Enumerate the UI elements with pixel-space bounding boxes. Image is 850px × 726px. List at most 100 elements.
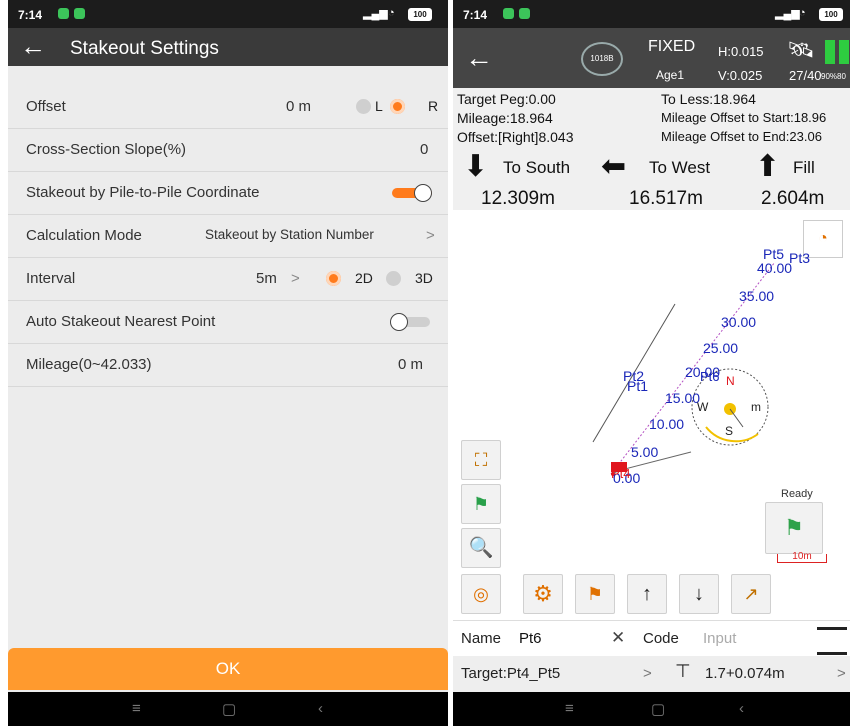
menu-nav-icon[interactable]: ≡ [565,700,574,717]
mode-3d-radio[interactable] [386,271,401,286]
station-label: 35.00 [739,288,775,304]
mileage-label: Mileage(0~42.033) [26,356,152,373]
mode-2d-radio[interactable] [326,271,341,286]
fix-status: FIXED [648,38,696,55]
h-precision: H:0.015 [718,44,764,59]
view-target-icon[interactable]: ◎ [461,574,501,614]
settings-gear-icon[interactable]: ⚙ [523,574,563,614]
v-precision: V:0.025 [718,68,763,83]
offset-input[interactable]: 0 m [286,98,311,115]
station-label: 40.00 [757,260,793,276]
chevron-right-icon: > [643,665,652,682]
survey-mode-icon[interactable]: ⚑ [765,502,823,554]
search-icon[interactable]: 🔍 [461,528,501,568]
home-nav-icon[interactable]: ▢ [651,700,665,718]
app-notification-icon [519,8,530,19]
offset-right-radio[interactable] [390,99,405,114]
menu-nav-icon[interactable]: ≡ [132,700,141,717]
toggle-knob [390,313,408,331]
name-label: Name [461,630,502,647]
compass-m: m [751,400,761,414]
pole-icon[interactable]: ⚑ [461,484,501,524]
stakeout-settings-screen: 7:14 ▂▄▆ ◔ 100 ← Stakeout Settings Offse… [8,0,448,726]
fill-label: Fill [793,158,815,177]
interval-value[interactable]: 5m [256,270,277,287]
status-bar: 7:14 ▂▄▆ ◔ 100 [453,0,850,28]
battery-level-icon [839,40,849,64]
status-time: 7:14 [463,8,488,22]
stakeout-map-screen: 7:14 ▂▄▆ ◔ 100 ← 1018B FIXED Age1 H:0.01… [453,0,850,726]
app-notification-icon [503,8,514,19]
antenna-height-icon: ⊤ [675,661,691,681]
back-nav-icon[interactable]: ‹ [318,700,323,717]
app-notification-icon [58,8,69,19]
south-label: To South [503,158,571,177]
target-bar[interactable]: Target:Pt4_Pt5 > ⊤ 1.7+0.074m > [453,656,850,692]
pile-label: Stakeout by Pile-to-Pile Coordinate [26,184,260,201]
pile-to-pile-toggle[interactable] [392,184,434,202]
map-label-pt3: Pt3 [789,250,811,266]
mileage-row: Mileage(0~42.033) 0 m [8,344,448,387]
mileage-input[interactable]: 0 m [398,356,423,373]
ok-button[interactable]: OK [8,648,448,690]
status-bar: 7:14 ▂▄▆ ◔ 100 [8,0,448,28]
page-title: Stakeout Settings [70,38,219,59]
map-label-pt6: Pt6 [700,369,720,384]
slope-label: Cross-Section Slope(%) [26,141,187,158]
arrow-up-icon[interactable]: ↑ [627,574,667,614]
stakeout-points-icon[interactable]: ⚑ [575,574,615,614]
offset-value: Offset:[Right]8.043 [457,129,574,145]
station-label: 5.00 [631,444,659,460]
fill-arrow-icon: ⬆ [755,150,781,183]
to-less: To Less:18.964 [661,91,756,107]
system-nav-bar: ≡ ▢ ‹ [453,692,850,726]
chevron-right-icon: > [291,270,300,287]
battery-icon: 100 [819,8,843,21]
cross-section-slope-row[interactable]: Cross-Section Slope(%) 0 [8,129,448,172]
arrow-down-icon[interactable]: ↓ [679,574,719,614]
status-time: 7:14 [18,8,43,22]
offset-to-start: Mileage Offset to Start:18.96 [661,110,827,125]
arrow-down-icon: ⬇ [463,150,489,183]
fill-value: 2.604m [761,188,825,209]
target-peg: Target Peg:0.00 [457,91,556,107]
back-arrow-icon[interactable]: ← [20,33,46,59]
stakeout-map[interactable]: ◔ Pt5 Pt3 40.00 35.00 30.00 25.00 Pt2 Pt… [453,212,850,620]
station-label: 25.00 [703,340,739,356]
station-label: 10.00 [649,416,685,432]
map-label-pt4: Pt4 [611,466,631,481]
home-nav-icon[interactable]: ▢ [222,700,236,718]
code-input[interactable]: Input [703,630,736,647]
compass-south: S [725,424,734,438]
measure-icon[interactable]: ↗ [731,574,771,614]
battery-level-icon [825,40,835,64]
toggle-knob [414,184,432,202]
app-notification-icon [74,8,85,19]
satellite-icon[interactable]: 🛰 [787,37,815,63]
back-nav-icon[interactable]: ‹ [739,700,744,717]
offset-right-label: R [428,98,439,114]
offset-left-radio[interactable] [356,99,371,114]
clear-icon[interactable]: ✕ [611,628,625,648]
datalink-indicator[interactable]: 1018B [581,42,623,76]
interval-label: Interval [26,270,76,287]
antenna-height[interactable]: 1.7+0.074m [705,665,785,682]
offset-row: Offset 0 m L R [8,86,448,129]
stakeout-info-panel: Target Peg:0.00 To Less:18.964 Mileage:1… [453,88,850,156]
interval-row: Interval 5m > 2D 3D [8,258,448,301]
scale-bar: 10m [777,552,827,563]
list-icon[interactable] [817,627,847,655]
west-value: 16.517m [629,188,703,209]
offset-left-label: L [375,98,383,114]
auto-stakeout-row: Auto Stakeout Nearest Point [8,301,448,344]
slope-value[interactable]: 0 [420,141,428,158]
arrow-left-icon: ⬅ [601,150,627,183]
fit-extent-icon[interactable]: ⛶ [461,440,501,480]
south-value: 12.309m [481,188,555,209]
auto-stakeout-toggle[interactable] [390,313,432,331]
system-nav-bar: ≡ ▢ ‹ [8,692,448,726]
name-input[interactable]: Pt6 [519,630,542,647]
satellite-count: 27/40 [789,68,822,83]
calculation-mode-row[interactable]: Calculation Mode Stakeout by Station Num… [8,215,448,258]
back-arrow-icon[interactable]: ← [465,44,493,72]
